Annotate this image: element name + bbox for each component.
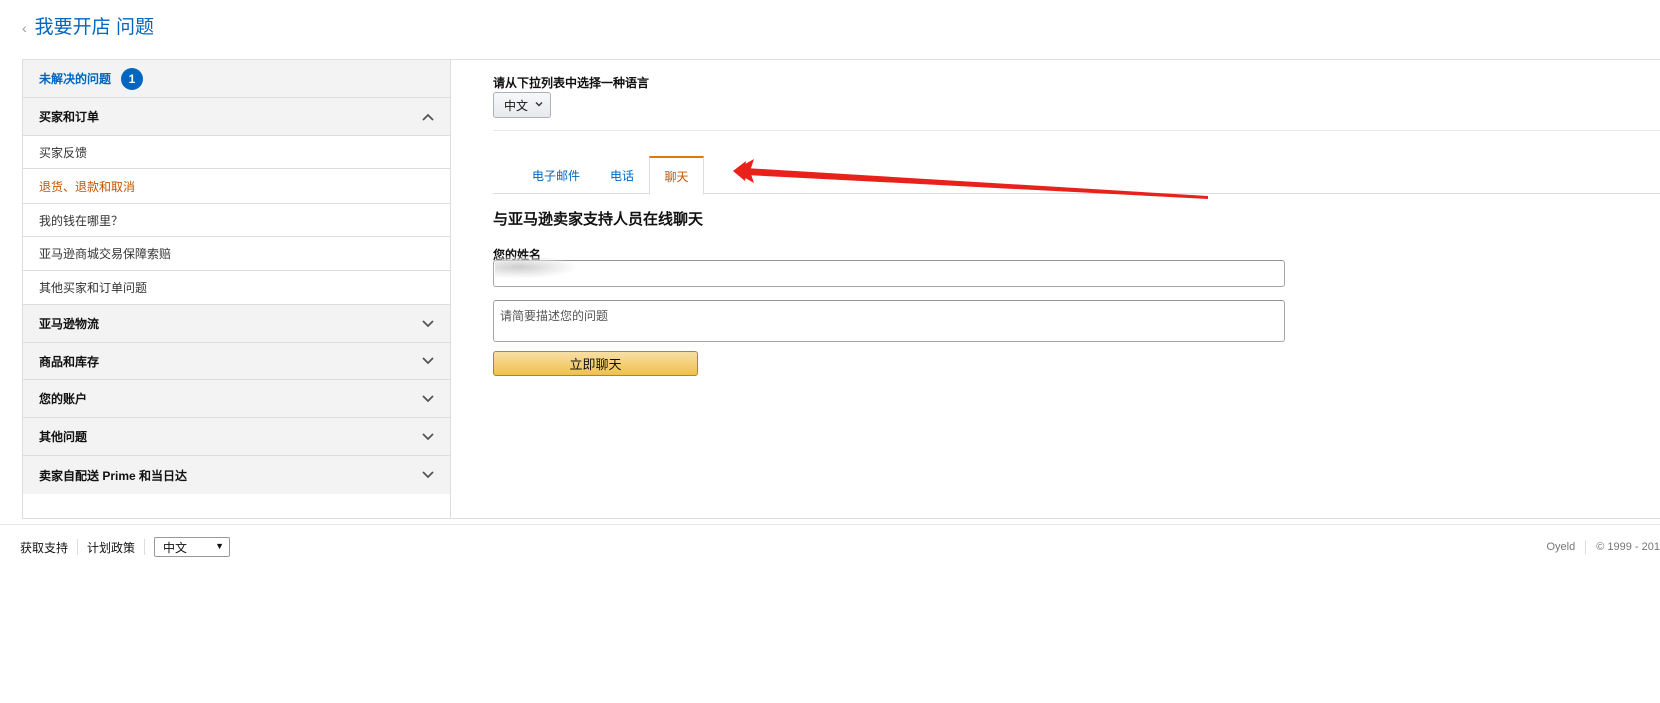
footer-separator <box>1585 540 1587 554</box>
chevron-down-icon <box>422 357 434 365</box>
chevron-down-icon <box>422 319 434 327</box>
sidebar-subitem-label: 买家反馈 <box>39 145 88 160</box>
sidebar-group-products-inventory[interactable]: 商品和库存 <box>23 343 450 380</box>
back-chevron-icon[interactable]: ‹ <box>22 16 27 40</box>
footer-right: Oyeld © 1999 - 201 <box>1546 536 1660 558</box>
chevron-down-icon <box>422 432 434 440</box>
sidebar-subitem-label: 亚马逊商城交易保障索赔 <box>39 247 172 261</box>
sidebar-group-fba[interactable]: 亚马逊物流 <box>23 305 450 343</box>
sidebar-subitem-where-money[interactable]: 我的钱在哪里？ <box>23 203 450 237</box>
sidebar-group-label: 您的账户 <box>39 392 88 406</box>
footer-divider <box>0 524 1660 525</box>
chevron-up-icon <box>422 113 434 121</box>
language-label: 请从下拉列表中选择一种语言 <box>493 76 650 90</box>
page-header: ‹ 我要开店 问题 <box>22 16 154 40</box>
page-title[interactable]: 我要开店 问题 <box>35 16 154 40</box>
dropdown-triangle-icon: ▼ <box>215 541 225 551</box>
language-select[interactable]: 中文 <box>493 92 551 118</box>
tab-email[interactable]: 电子邮件 <box>515 156 597 195</box>
help-panel: 未解决的问题 1 买家和订单 买家反馈 退货、退款和取消 我的钱在哪里？ 亚马逊… <box>22 59 1660 519</box>
sidebar-subitem-label: 其他买家和订单问题 <box>39 281 148 295</box>
sidebar-group-label: 商品和库存 <box>39 354 100 369</box>
issue-description-input[interactable] <box>493 300 1285 342</box>
chevron-down-icon <box>535 102 543 107</box>
sidebar-subitem-buyer-feedback[interactable]: 买家反馈 <box>23 136 450 169</box>
sidebar: 未解决的问题 1 买家和订单 买家反馈 退货、退款和取消 我的钱在哪里？ 亚马逊… <box>23 60 451 518</box>
sidebar-subitem-other-buyer-order[interactable]: 其他买家和订单问题 <box>23 271 450 305</box>
sidebar-item-label: 未解决的问题 <box>39 72 112 86</box>
footer-language-value: 中文 <box>163 540 188 555</box>
footer-separator <box>77 539 79 555</box>
sidebar-subitem-label: 我的钱在哪里？ <box>39 213 124 228</box>
start-chat-button[interactable]: 立即聊天 <box>493 351 698 376</box>
sidebar-group-seller-fulfilled-prime[interactable]: 卖家自配送 Prime 和当日达 <box>23 456 450 494</box>
sidebar-group-label: 其他问题 <box>39 430 88 444</box>
unresolved-count-badge: 1 <box>121 67 144 90</box>
chevron-down-icon <box>422 471 434 479</box>
footer-link-get-support[interactable]: 获取支持 <box>20 539 68 556</box>
copyright-text: © 1999 - 201 <box>1596 541 1660 553</box>
sidebar-group-other-issues[interactable]: 其他问题 <box>23 418 450 456</box>
sidebar-group-your-account[interactable]: 您的账户 <box>23 380 450 418</box>
sidebar-group-label: 买家和订单 <box>39 110 100 124</box>
footer: 获取支持 计划政策 中文 ▼ <box>20 536 231 558</box>
contact-tabs: 电子邮件 电话 聊天 <box>493 156 1660 195</box>
sidebar-subitem-returns-refunds[interactable]: 退货、退款和取消 <box>23 169 450 203</box>
sidebar-group-buyers-orders[interactable]: 买家和订单 <box>23 98 450 136</box>
footer-separator <box>144 539 146 555</box>
footer-right-text: Oyeld <box>1546 541 1576 553</box>
sidebar-subitem-a-to-z-claims[interactable]: 亚马逊商城交易保障索赔 <box>23 237 450 271</box>
sidebar-item-unresolved[interactable]: 未解决的问题 1 <box>23 60 450 98</box>
tab-chat[interactable]: 聊天 <box>649 156 704 195</box>
name-input[interactable] <box>493 260 1285 287</box>
chat-heading: 与亚马逊卖家支持人员在线聊天 <box>493 211 704 228</box>
footer-language-select[interactable]: 中文 ▼ <box>154 537 231 557</box>
tab-phone[interactable]: 电话 <box>597 156 647 195</box>
sidebar-group-label: 亚马逊物流 <box>39 317 100 331</box>
footer-link-program-policies[interactable]: 计划政策 <box>87 539 135 556</box>
sidebar-group-label: 卖家自配送 Prime 和当日达 <box>39 468 188 483</box>
chevron-down-icon <box>422 394 434 402</box>
divider <box>493 130 1660 131</box>
contact-content: 请从下拉列表中选择一种语言 中文 电子邮件 电话 聊天 与亚马逊卖家支持人员在线… <box>451 60 1660 518</box>
sidebar-subitem-label: 退货、退款和取消 <box>39 179 136 194</box>
language-select-value: 中文 <box>504 98 529 113</box>
